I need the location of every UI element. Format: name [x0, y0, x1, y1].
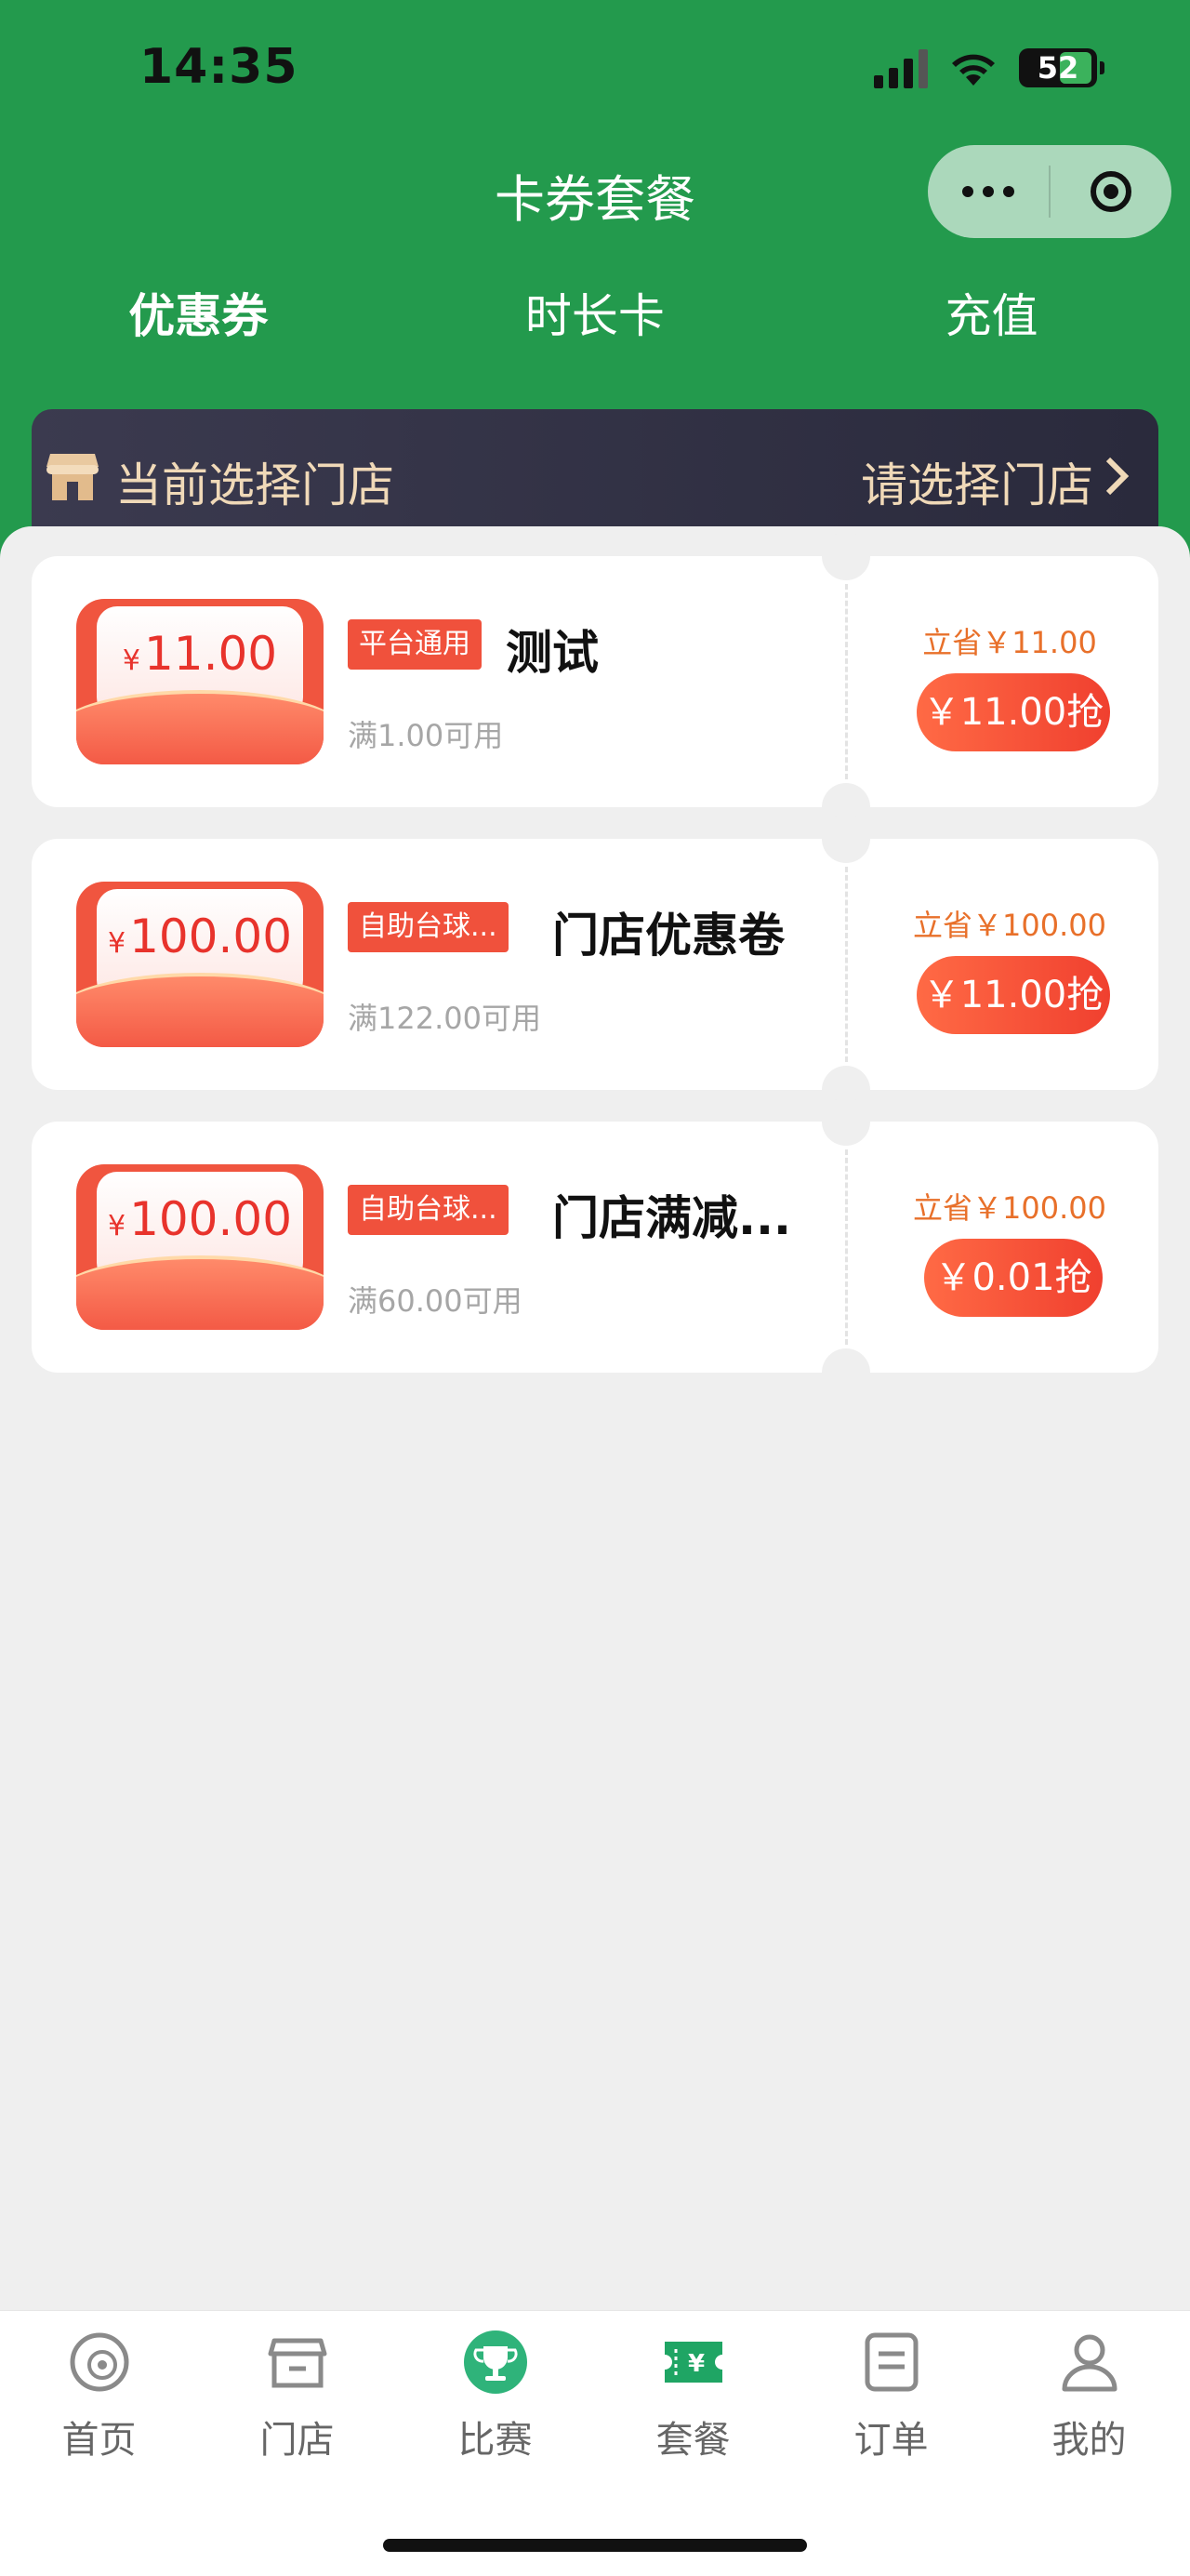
category-tabs: 优惠券 时长卡 充值: [0, 279, 1190, 346]
coupon-name: 门店满减...: [552, 1191, 791, 1245]
tab-time-card[interactable]: 时长卡: [397, 279, 794, 346]
coupon-yen: ¥: [107, 1210, 126, 1242]
tabbar-label: 比赛: [457, 2419, 533, 2462]
coupon-condition: 满60.00可用: [348, 1283, 522, 1319]
coupon-yen: ¥: [122, 644, 140, 677]
tabbar-label: 我的: [1051, 2419, 1127, 2462]
coupon-tag: 自助台球...: [348, 902, 509, 952]
tabbar-item-match[interactable]: 比赛: [396, 2330, 594, 2463]
coupon-condition: 满122.00可用: [348, 1001, 541, 1036]
tabbar-item-package[interactable]: ¥ 套餐: [594, 2330, 792, 2463]
coupon-saving: 立省￥11.00: [922, 625, 1097, 660]
coupon-image: ¥100.00: [76, 1164, 324, 1330]
bottom-tab-bar: 首页 门店 比赛 ¥ 套餐 订单 我的: [0, 2310, 1190, 2576]
tabbar-item-orders[interactable]: 订单: [792, 2330, 990, 2463]
close-target-icon[interactable]: [1051, 171, 1171, 212]
svg-text:¥: ¥: [687, 2350, 704, 2378]
coupon-card: ¥100.00 自助台球... 门店优惠卷 满122.00可用 立省￥100.0…: [32, 815, 1158, 1114]
tab-coupons[interactable]: 优惠券: [0, 279, 397, 346]
coupon-name: 门店优惠卷: [552, 909, 785, 963]
coupon-amount: 100.00: [129, 1192, 293, 1246]
order-list-icon: [865, 2332, 918, 2392]
coupon-tag: 平台通用: [348, 619, 482, 670]
tabbar-item-home[interactable]: 首页: [0, 2330, 198, 2463]
tabbar-item-store[interactable]: 门店: [198, 2330, 396, 2463]
user-icon: [1062, 2334, 1117, 2392]
store-icon: [46, 454, 99, 500]
tabbar-item-mine[interactable]: 我的: [990, 2330, 1188, 2463]
coupon-name: 测试: [506, 626, 599, 680]
tabbar-label: 订单: [853, 2419, 929, 2462]
coupon-tag: 自助台球...: [348, 1185, 509, 1235]
chevron-right-icon: [1105, 457, 1130, 496]
tabbar-label: 门店: [259, 2419, 335, 2462]
coupon-image: ¥100.00: [76, 882, 324, 1047]
coupon-image: ¥11.00: [76, 599, 324, 764]
buy-button[interactable]: ￥11.00抢: [917, 956, 1110, 1034]
coupon-card: ¥100.00 自助台球... 门店满减... 满60.00可用 立省￥100.…: [32, 1097, 1158, 1397]
battery-icon: 52: [1019, 48, 1104, 87]
ticket-icon: ¥: [664, 2342, 722, 2383]
coupon-amount: 11.00: [143, 627, 278, 681]
more-icon[interactable]: [928, 186, 1049, 197]
store-select-text[interactable]: 请选择门店: [861, 448, 1093, 515]
trophy-icon: [463, 2330, 527, 2394]
coupon-card: ¥11.00 平台通用 测试 满1.00可用 立省￥11.00 ￥11.00抢: [32, 532, 1158, 831]
tabbar-label: 套餐: [655, 2419, 731, 2462]
coupon-condition: 满1.00可用: [348, 718, 504, 753]
store-icon: [268, 2338, 326, 2388]
coupon-saving: 立省￥100.00: [913, 908, 1106, 943]
mini-program-capsule: [928, 145, 1171, 238]
signal-icon: [874, 47, 928, 88]
coupon-amount: 100.00: [129, 910, 293, 963]
coupon-yen: ¥: [107, 927, 126, 960]
coupon-list: ¥11.00 平台通用 测试 满1.00可用 立省￥11.00 ￥11.00抢 …: [0, 526, 1190, 2312]
wifi-icon: [952, 54, 995, 86]
buy-button[interactable]: ￥0.01抢: [924, 1239, 1103, 1317]
coupon-saving: 立省￥100.00: [913, 1190, 1106, 1226]
billiard-ball-icon: [70, 2332, 128, 2392]
home-indicator: [383, 2539, 807, 2552]
status-time: 14:35: [139, 39, 298, 95]
status-icons: 52: [874, 45, 1104, 91]
store-label: 当前选择门店: [115, 458, 394, 512]
buy-button[interactable]: ￥11.00抢: [917, 673, 1110, 751]
tabbar-label: 首页: [61, 2419, 137, 2462]
tab-recharge[interactable]: 充值: [793, 279, 1190, 346]
header-bar: 14:35 52 卡券套餐 优惠券 时长卡 充值 当前选择门店 请选择门店: [0, 0, 1190, 558]
